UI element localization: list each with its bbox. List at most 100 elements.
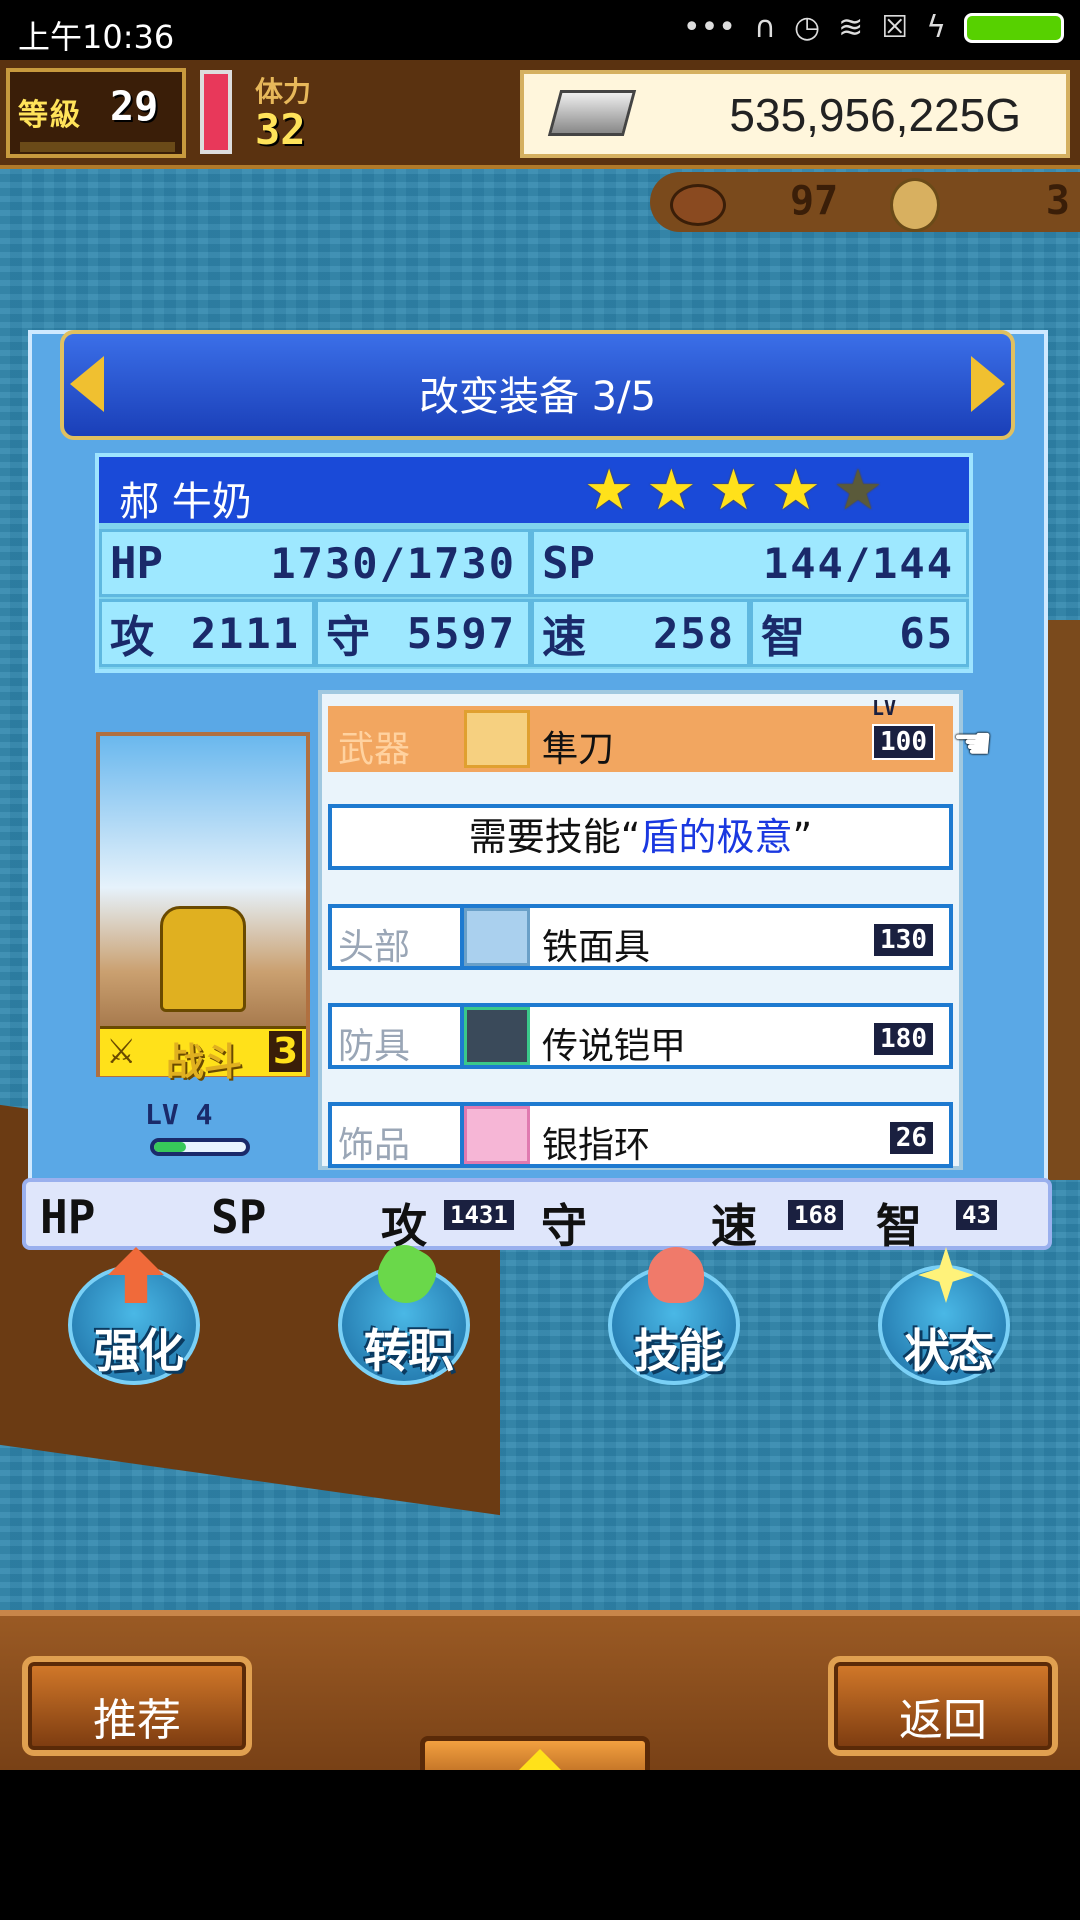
- star-filled-icon: ★: [770, 458, 821, 523]
- sp-label: SP: [542, 537, 595, 589]
- atk-label: 攻: [110, 612, 154, 663]
- meat-icon: [670, 184, 726, 226]
- accessory-name: 银指环: [542, 1125, 651, 1166]
- int-value: 65: [899, 608, 954, 658]
- def-value: 5597: [406, 608, 516, 658]
- stamina-value: 32: [255, 105, 306, 154]
- game-screen: 等級 29 体力 32 535,956,225G 97 3 改变装备 3/5 郝…: [0, 60, 1080, 1770]
- pointer-hand-icon: ☚: [952, 716, 994, 770]
- status-time: 上午10:36: [18, 18, 175, 56]
- bonus-sp-label: SP: [211, 1190, 267, 1244]
- level-label: 等級: [18, 98, 82, 133]
- job-label: 战斗: [166, 1040, 243, 1084]
- job-change-button[interactable]: 转职: [338, 1236, 478, 1385]
- hp-value: 1730/1730: [270, 538, 516, 588]
- back-label: 返回: [899, 1695, 987, 1746]
- hp-cell: HP 1730/1730: [99, 529, 531, 597]
- character-name: 郝 牛奶: [119, 479, 252, 525]
- iron-mask-icon: [464, 908, 530, 966]
- status-icons: ••• ∩ ◷ ≋ ☒ ϟ: [683, 10, 1064, 45]
- hp-label: HP: [110, 537, 163, 589]
- stamina-gauge: [200, 70, 232, 154]
- equip-row-weapon[interactable]: 武器 隼刀 LV 100 ☚: [328, 696, 993, 772]
- skill-req-suffix: ”: [792, 815, 813, 859]
- flame-icon: [648, 1247, 704, 1303]
- recommend-label: 推荐: [93, 1695, 181, 1746]
- katana-icon: [464, 710, 530, 768]
- status-label: 状态: [904, 1324, 994, 1378]
- more-icon: •••: [682, 10, 736, 45]
- enhance-label: 强化: [94, 1324, 184, 1378]
- slot-label-accessory: 饰品: [338, 1125, 411, 1166]
- enhance-button[interactable]: 强化: [68, 1247, 208, 1385]
- recommend-button[interactable]: 推荐: [22, 1656, 252, 1756]
- next-character-arrow-icon[interactable]: [971, 356, 1005, 412]
- bonus-spd-label: 速: [711, 1199, 757, 1253]
- meat-count: 97: [790, 178, 839, 224]
- silver-bar-icon: [547, 90, 637, 136]
- required-skill-name: 盾的极意: [640, 815, 793, 859]
- star-filled-icon: ★: [584, 458, 635, 523]
- star-filled-icon: ★: [708, 458, 759, 523]
- slot-label-armor: 防具: [338, 1026, 411, 1067]
- bonus-atk-value: 1431: [444, 1200, 514, 1230]
- skill-requirement: 需要技能“盾的极意”: [328, 804, 953, 870]
- status-button[interactable]: 状态: [878, 1247, 1018, 1385]
- resource-bar: 97 3: [650, 172, 1080, 232]
- medal-icon: [890, 178, 940, 232]
- gold-display: 535,956,225G: [520, 70, 1070, 158]
- triangle-up-icon: [510, 1749, 570, 1770]
- bottom-menu-bar: 推荐 返回: [0, 1610, 1080, 1770]
- exp-bar-fill: [154, 1142, 187, 1152]
- character-level: LV 4: [145, 1098, 212, 1131]
- character-stats-card: 郝 牛奶 ★ ★ ★ ★ ★ HP 1730/1730 SP 144/144 攻 211…: [95, 453, 973, 673]
- bonus-spd-value: 168: [788, 1200, 844, 1230]
- equipment-list: 武器 隼刀 LV 100 ☚ 需要技能“盾的极意” 头部 铁面具 130 防具 …: [318, 690, 993, 1170]
- character-portrait[interactable]: ⚔ 战斗 3: [96, 732, 310, 1084]
- equip-row-armor[interactable]: 防具 传说铠甲 180: [328, 1003, 953, 1069]
- battery-icon: [964, 12, 1064, 43]
- back-button[interactable]: 返回: [828, 1656, 1058, 1756]
- head-level: 130: [872, 922, 935, 958]
- charging-icon: ϟ: [926, 10, 946, 45]
- hp-sp-row: HP 1730/1730 SP 144/144: [99, 529, 969, 597]
- top-hud: 等級 29 体力 32 535,956,225G: [0, 60, 1080, 169]
- exp-bar: [150, 1138, 250, 1156]
- star-filled-icon: ★: [646, 458, 697, 523]
- atk-cell: 攻 2111: [99, 599, 315, 667]
- spd-cell: 速 258: [531, 599, 750, 667]
- sim-icon: ☒: [881, 10, 909, 45]
- panel-title-bar: 改变装备 3/5: [60, 330, 1015, 440]
- headset-icon: ∩: [754, 10, 776, 45]
- job-level: 3: [268, 1031, 302, 1072]
- spd-value: 258: [653, 608, 735, 658]
- collapse-up-button[interactable]: [420, 1736, 650, 1770]
- gold-value: 535,956,225G: [729, 89, 1021, 141]
- rank-stars: ★ ★ ★ ★ ★: [584, 463, 883, 519]
- equip-row-head[interactable]: 头部 铁面具 130: [328, 904, 953, 970]
- int-cell: 智 65: [750, 599, 969, 667]
- atk-value: 2111: [190, 608, 300, 658]
- level-progress-bar: [20, 142, 175, 152]
- sp-cell: SP 144/144: [531, 529, 969, 597]
- bonus-int-label: 智: [876, 1199, 922, 1253]
- bonus-hp-label: HP: [40, 1190, 96, 1244]
- slot-label-head: 头部: [338, 927, 411, 968]
- level-box: 等級 29: [6, 68, 186, 158]
- sp-value: 144/144: [762, 538, 954, 588]
- star-empty-icon: ★: [832, 458, 884, 523]
- job-badge: ⚔ 战斗 3: [100, 1026, 306, 1084]
- weapon-name: 隼刀: [542, 729, 615, 770]
- skill-button[interactable]: 技能: [608, 1247, 748, 1385]
- head-name: 铁面具: [542, 927, 651, 968]
- skill-label: 技能: [634, 1324, 724, 1378]
- legendary-armor-icon: [464, 1007, 530, 1065]
- equip-row-accessory[interactable]: 饰品 银指环 26: [328, 1102, 953, 1168]
- medal-count: 3: [1045, 178, 1070, 224]
- character-lv-label: LV: [145, 1098, 179, 1131]
- wifi-icon: ≋: [838, 10, 864, 45]
- status-bar: 上午10:36 ••• ∩ ◷ ≋ ☒ ϟ: [0, 0, 1080, 60]
- alarm-icon: ◷: [793, 10, 821, 45]
- character-name-row: 郝 牛奶 ★ ★ ★ ★ ★: [99, 457, 969, 525]
- armor-level: 180: [872, 1021, 935, 1057]
